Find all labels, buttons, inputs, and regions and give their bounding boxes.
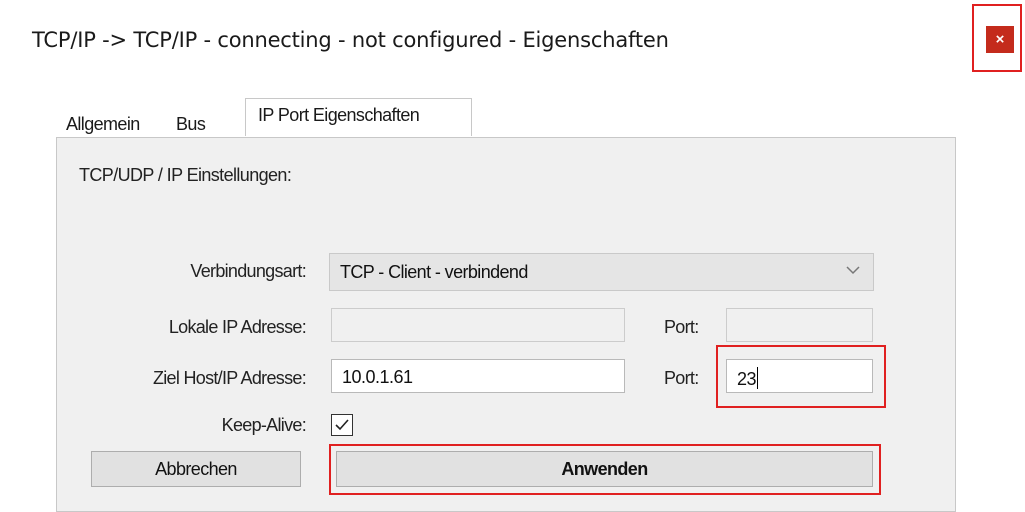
chevron-down-icon — [845, 263, 861, 281]
cancel-button[interactable]: Abbrechen — [91, 451, 301, 487]
connection-type-value: TCP - Client - verbindend — [340, 262, 528, 282]
tab-ip-port-eigenschaften[interactable]: IP Port Eigenschaften — [245, 98, 472, 136]
connection-type-select[interactable]: TCP - Client - verbindend — [329, 253, 874, 291]
connection-type-label: Verbindungsart: — [190, 261, 306, 281]
close-icon: × — [995, 31, 1005, 48]
target-port-value: 23 — [737, 369, 757, 389]
target-host-label: Ziel Host/IP Adresse: — [152, 368, 307, 388]
target-port-field[interactable]: 23 — [726, 359, 873, 393]
tab-strip: Allgemein Bus IP Port Eigenschaften — [56, 96, 1025, 138]
tab-bus[interactable]: Bus — [176, 114, 206, 135]
local-port-field[interactable] — [726, 308, 873, 342]
keep-alive-checkbox[interactable] — [331, 414, 353, 436]
tab-allgemein[interactable]: Allgemein — [66, 114, 140, 135]
text-cursor — [757, 367, 759, 389]
keep-alive-label: Keep-Alive: — [221, 415, 307, 435]
target-port-label: Port: — [664, 368, 699, 388]
target-host-field[interactable]: 10.0.1.61 — [331, 359, 625, 393]
close-button[interactable]: × — [986, 26, 1014, 53]
local-port-label: Port: — [664, 317, 699, 337]
window-title: TCP/IP -> TCP/IP - connecting - not conf… — [32, 28, 669, 52]
local-ip-label: Lokale IP Adresse: — [168, 317, 307, 337]
apply-button[interactable]: Anwenden — [336, 451, 873, 487]
tab-label: IP Port Eigenschaften — [258, 105, 420, 125]
section-heading: TCP/UDP / IP Einstellungen: — [79, 165, 292, 185]
checkmark-icon — [335, 419, 349, 431]
local-ip-field[interactable] — [331, 308, 625, 342]
